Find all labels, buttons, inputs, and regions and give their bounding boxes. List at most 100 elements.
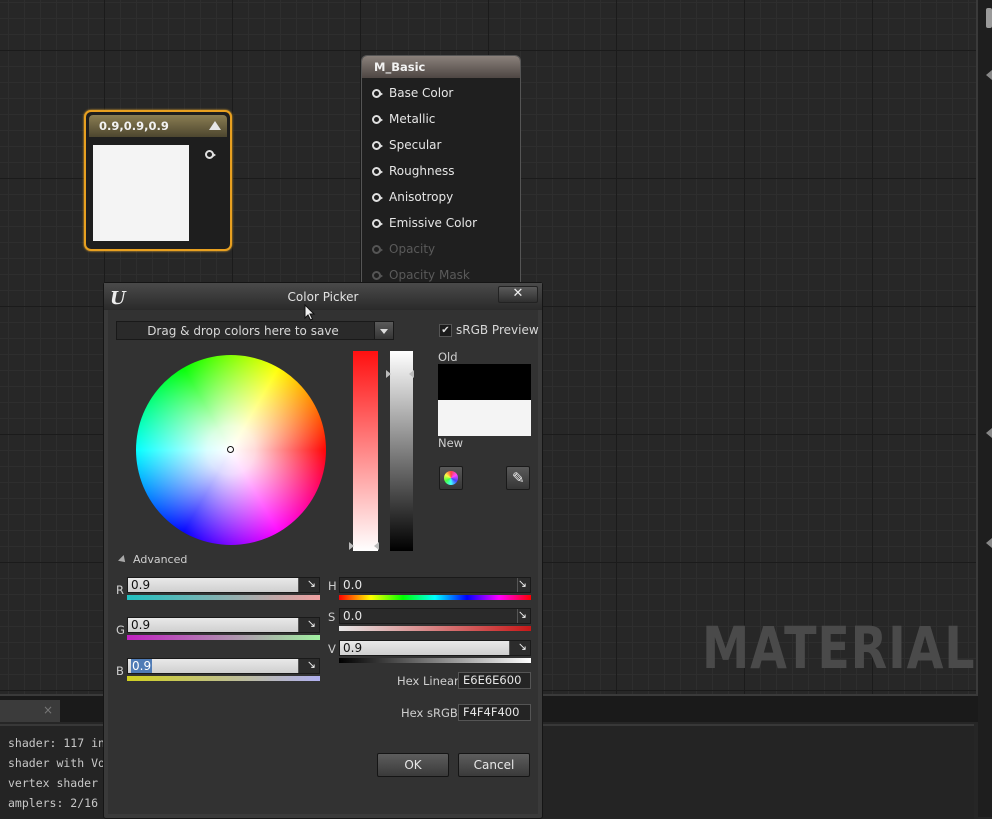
new-color-label: New	[438, 436, 464, 450]
advanced-toggle[interactable]: Advanced	[118, 553, 188, 566]
green-gradient	[127, 635, 320, 640]
themes-placeholder: Drag & drop colors here to save	[147, 324, 339, 338]
value-gradient	[339, 658, 531, 663]
scroll-left-arrow-icon	[986, 538, 992, 548]
blue-spinbox[interactable]: 0.9	[127, 658, 320, 674]
green-spinbox[interactable]: 0.9	[127, 617, 320, 633]
log-line: amplers: 2/16	[8, 796, 99, 810]
close-button[interactable]: ✕	[498, 286, 538, 303]
pin-label: Base Color	[389, 86, 454, 100]
old-color-label: Old	[438, 350, 458, 364]
hex-srgb-input[interactable]: F4F4F400	[458, 704, 531, 721]
saturation-label: S	[328, 610, 336, 624]
blue-label: B	[116, 664, 124, 678]
input-pin-emissive-color[interactable]: Emissive Color	[372, 214, 477, 232]
red-value: 0.9	[131, 578, 151, 592]
blue-value: 0.9	[131, 659, 153, 673]
value-slider[interactable]	[390, 351, 413, 551]
green-label: G	[116, 623, 125, 637]
node-header[interactable]: 0.9,0.9,0.9	[89, 115, 227, 137]
node-title: M_Basic	[362, 56, 520, 78]
node-title: 0.9,0.9,0.9	[99, 119, 169, 133]
input-pin-specular[interactable]: Specular	[372, 136, 441, 154]
spin-drag-icon[interactable]	[517, 608, 530, 623]
log-line: vertex shader	[8, 776, 99, 790]
old-color-swatch	[438, 364, 531, 400]
stats-log: shader: 117 in shader with Vo vertex shade…	[8, 733, 105, 813]
expand-arrow-icon	[118, 554, 128, 565]
blue-gradient	[127, 676, 320, 681]
input-pin-anisotropy[interactable]: Anisotropy	[372, 188, 453, 206]
red-spinbox[interactable]: 0.9	[127, 577, 320, 593]
value-spinbox[interactable]: 0.9	[339, 640, 531, 656]
input-pin-icon[interactable]	[372, 192, 383, 202]
saturation-gradient	[339, 626, 531, 631]
stats-tab[interactable]: ×	[0, 700, 60, 722]
color-wheel-icon	[444, 471, 458, 485]
saturation-value: 0.0	[343, 609, 363, 623]
hue-label: H	[328, 579, 337, 593]
red-gradient	[127, 595, 320, 600]
srgb-preview-toggle[interactable]: ✔ sRGB Preview	[439, 323, 539, 337]
chevron-down-icon[interactable]	[374, 321, 394, 340]
color-wheel-mode-button[interactable]	[439, 466, 463, 490]
red-label: R	[116, 583, 124, 597]
hue-gradient	[339, 595, 531, 600]
eyedropper-icon: ✎	[512, 469, 525, 487]
advanced-label: Advanced	[133, 553, 188, 566]
saturation-spinbox[interactable]: 0.0	[339, 608, 531, 624]
cancel-button[interactable]: Cancel	[458, 753, 530, 777]
saturation-slider[interactable]	[353, 351, 378, 551]
collapse-arrow-icon[interactable]	[209, 121, 221, 130]
hex-srgb-label: Hex sRGB	[401, 706, 458, 720]
input-pin-icon	[372, 270, 383, 280]
ok-button[interactable]: OK	[377, 753, 449, 777]
spin-drag-icon[interactable]	[509, 640, 530, 655]
color-wheel-selector[interactable]	[227, 446, 234, 453]
spin-drag-icon[interactable]	[517, 577, 530, 592]
value-marker-icon	[386, 370, 391, 378]
input-pin-icon[interactable]	[372, 114, 383, 124]
right-scrollbar[interactable]	[978, 0, 992, 817]
spin-drag-icon[interactable]	[298, 617, 319, 632]
green-value: 0.9	[131, 618, 151, 632]
color-themes-bar[interactable]: Drag & drop colors here to save	[116, 321, 394, 340]
input-pin-base-color[interactable]: Base Color	[372, 84, 453, 102]
pin-label: Emissive Color	[389, 216, 478, 230]
input-pin-icon[interactable]	[372, 140, 383, 150]
dialog-titlebar[interactable]: U Color Picker ✕	[104, 283, 542, 310]
hex-linear-label: Hex Linear	[397, 674, 459, 688]
value-label: V	[328, 642, 336, 656]
dialog-title: Color Picker	[287, 290, 359, 304]
spin-drag-icon[interactable]	[298, 658, 319, 673]
input-pin-icon[interactable]	[372, 218, 383, 228]
saturation-marker-icon	[374, 542, 379, 550]
input-pin-roughness[interactable]: Roughness	[372, 162, 454, 180]
material-result-node[interactable]: M_Basic Base Color Metallic Specular Rou…	[361, 55, 521, 297]
value-value: 0.9	[343, 641, 363, 655]
spin-drag-icon[interactable]	[298, 577, 319, 592]
input-pin-icon[interactable]	[372, 88, 383, 98]
pin-label: Specular	[389, 138, 442, 152]
scroll-left-arrow-icon	[986, 428, 992, 438]
output-pin-icon[interactable]	[205, 150, 216, 159]
color-preview-swatch	[93, 145, 189, 241]
mouse-cursor-icon	[304, 304, 316, 321]
srgb-preview-checkbox[interactable]: ✔	[439, 323, 452, 337]
close-tab-icon[interactable]: ×	[43, 703, 53, 717]
eyedropper-button[interactable]: ✎	[506, 466, 530, 490]
hex-linear-input[interactable]: E6E6E600	[458, 672, 531, 689]
hue-value: 0.0	[343, 578, 363, 592]
log-line: shader: 117 in	[8, 736, 105, 750]
scrollbar-thumb[interactable]	[986, 8, 992, 28]
input-pin-metallic[interactable]: Metallic	[372, 110, 435, 128]
input-pin-opacity: Opacity	[372, 240, 435, 258]
pin-label: Roughness	[389, 164, 455, 178]
pin-label: Opacity	[389, 242, 436, 256]
constant-vector-node[interactable]: 0.9,0.9,0.9	[84, 110, 232, 251]
color-picker-dialog[interactable]: U Color Picker ✕ Drag & drop colors here…	[103, 282, 543, 819]
new-color-swatch	[438, 400, 531, 436]
input-pin-icon[interactable]	[372, 166, 383, 176]
graph-watermark: MATERIAL	[702, 614, 976, 682]
hue-spinbox[interactable]: 0.0	[339, 577, 531, 593]
